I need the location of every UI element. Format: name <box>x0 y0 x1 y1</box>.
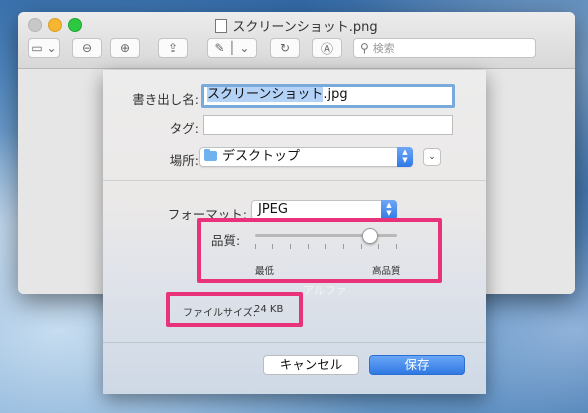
zoom-in-button[interactable]: ⊕ <box>110 38 140 58</box>
chevron-down-icon: ⌄ <box>428 152 436 162</box>
cancel-button[interactable]: キャンセル <box>263 355 359 375</box>
save-as-extension: .jpg <box>323 87 348 102</box>
where-popup[interactable]: デスクトップ ▲ ▼ <box>199 147 413 167</box>
file-size-highlight-box <box>166 292 303 327</box>
alpha-checkbox-ghost: アルファ <box>303 284 347 297</box>
zoom-in-icon: ⊕ <box>119 41 131 55</box>
expand-location-button[interactable]: ⌄ <box>423 148 441 166</box>
annotate-icon: Ⓐ <box>320 41 333 56</box>
tags-label: タグ: <box>169 121 199 136</box>
window-title: スクリーンショット.png <box>18 16 575 35</box>
popup-arrows-icon: ▲ ▼ <box>397 147 413 167</box>
sidebar-toggle-button[interactable]: ▭ ⌄ <box>28 38 60 58</box>
tags-field[interactable] <box>203 115 453 135</box>
rotate-button[interactable]: ↻ <box>270 38 300 58</box>
search-icon: ⚲ <box>360 41 369 55</box>
share-icon: ⇪ <box>167 41 179 55</box>
section-divider <box>103 342 486 343</box>
popup-arrows-icon: ▲ ▼ <box>381 200 397 220</box>
annotate-button[interactable]: Ⓐ <box>312 38 342 58</box>
save-as-field[interactable]: スクリーンショット.jpg <box>201 84 455 108</box>
title-bar: スクリーンショット.png ▭ ⌄ ⊖ ⊕ ⇪ ✎ │ ⌄ ↻ Ⓐ ⚲ 検索 <box>18 12 575 69</box>
zoom-out-icon: ⊖ <box>81 41 93 55</box>
section-divider <box>103 180 486 181</box>
search-field[interactable]: ⚲ 検索 <box>353 38 536 58</box>
markup-pen-icon: ✎ │ ⌄ <box>214 41 250 55</box>
folder-icon <box>204 149 217 161</box>
quality-highlight-box <box>197 218 442 283</box>
document-icon <box>215 19 228 33</box>
where-label: 場所: <box>169 153 199 168</box>
share-button[interactable]: ⇪ <box>158 38 188 58</box>
save-as-label: 書き出し名: <box>132 92 199 107</box>
rotate-icon: ↻ <box>279 41 291 55</box>
markup-button[interactable]: ✎ │ ⌄ <box>207 38 257 58</box>
zoom-out-button[interactable]: ⊖ <box>72 38 102 58</box>
format-value: JPEG <box>258 202 288 217</box>
save-as-selected-text: スクリーンショット <box>207 87 324 102</box>
save-button[interactable]: 保存 <box>369 355 465 375</box>
format-popup[interactable]: JPEG ▲ ▼ <box>251 200 397 220</box>
sidebar-icon: ▭ ⌄ <box>31 41 57 55</box>
window-title-text: スクリーンショット.png <box>232 20 378 35</box>
search-placeholder: 検索 <box>372 42 395 55</box>
where-value: デスクトップ <box>222 149 301 164</box>
